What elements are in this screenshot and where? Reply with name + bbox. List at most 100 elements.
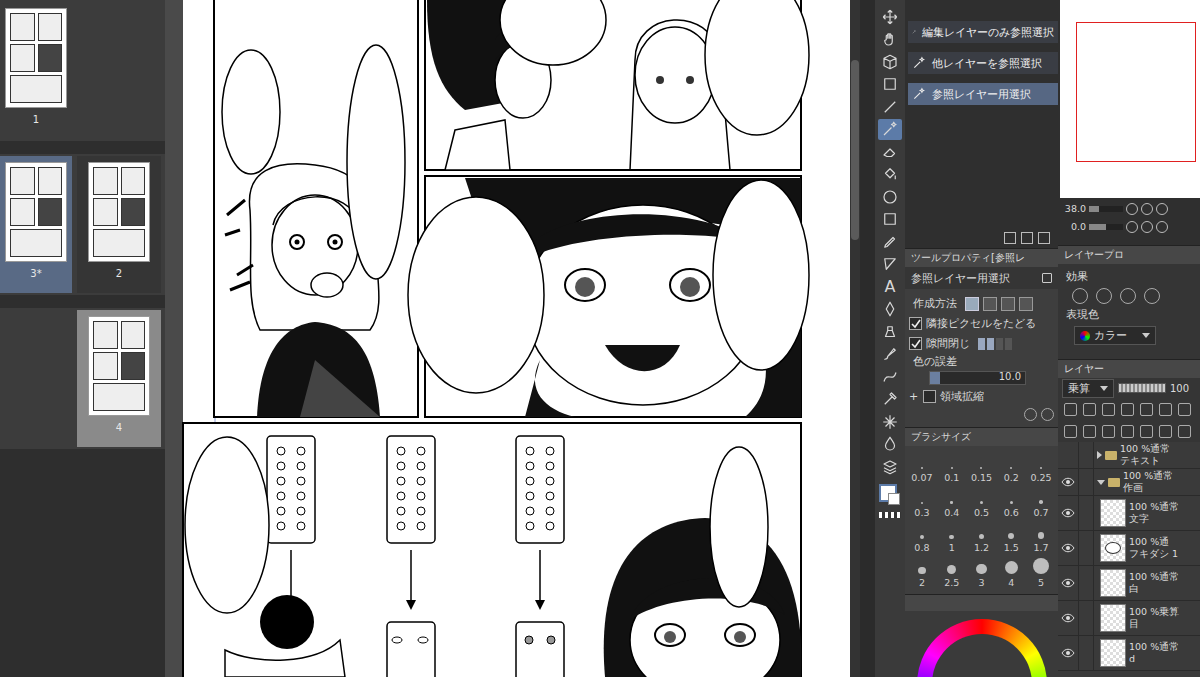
layer-tool-button[interactable]	[1159, 403, 1172, 416]
checkbox[interactable]	[923, 390, 936, 403]
settings-icon[interactable]	[1041, 408, 1054, 421]
brush-size-preset[interactable]: 0.5	[967, 485, 997, 520]
brush-size-preset[interactable]: 0.6	[996, 485, 1026, 520]
color-wheel[interactable]	[905, 611, 1058, 677]
visibility-toggle[interactable]	[1058, 469, 1079, 495]
reset-icon[interactable]	[1024, 408, 1037, 421]
method-button[interactable]	[1001, 297, 1015, 311]
brush-size-preset[interactable]: 3	[967, 555, 997, 590]
method-button[interactable]	[983, 297, 997, 311]
color-swatches[interactable]	[878, 483, 902, 507]
brush-size-preset[interactable]: 0.1	[937, 450, 967, 485]
navigator-preview[interactable]	[1060, 0, 1200, 198]
page-thumbnail[interactable]: 4	[77, 310, 161, 447]
tolerance-slider[interactable]: 10.0	[929, 371, 1026, 385]
brush-size-preset[interactable]: 1.5	[996, 520, 1026, 555]
brush-size-preset[interactable]: 1	[937, 520, 967, 555]
brush-size-preset[interactable]: 2	[907, 555, 937, 590]
layer-tool-button[interactable]	[1159, 425, 1172, 438]
canvas[interactable]	[165, 0, 850, 677]
layer-tool-button[interactable]	[1064, 403, 1077, 416]
visibility-toggle[interactable]	[1058, 496, 1079, 530]
visibility-toggle[interactable]	[1058, 636, 1079, 670]
new-icon[interactable]	[1021, 232, 1033, 244]
page-thumbnail[interactable]: 1	[0, 2, 72, 139]
page-thumbnail[interactable]: 3*	[0, 156, 72, 293]
sub-tool-item[interactable]: 参照レイヤー用選択	[908, 83, 1058, 105]
effect-button[interactable]	[1120, 288, 1136, 304]
layer-tool-button[interactable]	[1178, 403, 1191, 416]
sub-color-swatch[interactable]	[888, 493, 900, 505]
trash-icon[interactable]	[1038, 232, 1050, 244]
effect-button[interactable]	[1096, 288, 1112, 304]
layer-row[interactable]: 100 %通常白	[1058, 566, 1200, 601]
tool-button[interactable]	[878, 344, 902, 366]
visibility-toggle[interactable]	[1058, 566, 1079, 600]
lock-icon[interactable]	[1042, 273, 1052, 283]
tool-button[interactable]: A	[878, 276, 902, 298]
rotate-right-icon[interactable]	[1141, 221, 1153, 233]
layer-row[interactable]: 100 %乗算目	[1058, 601, 1200, 636]
layer-tool-button[interactable]	[1121, 403, 1134, 416]
brush-size-preset[interactable]: 0.3	[907, 485, 937, 520]
tool-button[interactable]	[878, 411, 902, 433]
tool-button[interactable]	[878, 231, 902, 253]
expand-arrow-icon[interactable]	[1097, 480, 1105, 485]
tool-button[interactable]	[878, 74, 902, 96]
layer-tool-button[interactable]	[1178, 425, 1191, 438]
layer-tool-button[interactable]	[1102, 425, 1115, 438]
tool-button[interactable]	[878, 321, 902, 343]
tool-button[interactable]	[878, 96, 902, 118]
tool-button[interactable]	[878, 29, 902, 51]
layer-tool-button[interactable]	[1121, 425, 1134, 438]
brush-size-preset[interactable]: 1.7	[1026, 520, 1056, 555]
layer-folder[interactable]: 100 %通常テキスト	[1058, 442, 1200, 469]
layer-tool-button[interactable]	[1140, 403, 1153, 416]
zoom-slider[interactable]	[1089, 206, 1123, 212]
canvas-scrollbar[interactable]	[850, 0, 860, 677]
brush-size-preset[interactable]: 0.25	[1026, 450, 1056, 485]
visibility-toggle[interactable]	[1058, 531, 1079, 565]
visibility-toggle[interactable]	[1058, 442, 1079, 468]
tool-button[interactable]	[878, 51, 902, 73]
tool-button[interactable]	[878, 456, 902, 478]
visibility-toggle[interactable]	[1058, 601, 1079, 635]
layer-row[interactable]: 100 %通常d	[1058, 636, 1200, 671]
brush-size-preset[interactable]: 0.2	[996, 450, 1026, 485]
expression-color-dropdown[interactable]: カラー	[1074, 326, 1156, 345]
effect-button[interactable]	[1072, 288, 1088, 304]
brush-size-preset[interactable]: 2.5	[937, 555, 967, 590]
brush-size-preset[interactable]: 0.15	[967, 450, 997, 485]
tool-button[interactable]	[878, 389, 902, 411]
transparent-color-icon[interactable]	[879, 512, 901, 518]
brush-size-preset[interactable]: 0.4	[937, 485, 967, 520]
tool-button[interactable]	[878, 119, 902, 141]
layer-tool-button[interactable]	[1102, 403, 1115, 416]
layer-tool-button[interactable]	[1140, 425, 1153, 438]
expand-arrow-icon[interactable]	[1097, 451, 1102, 459]
method-button[interactable]	[1019, 297, 1033, 311]
fit-icon[interactable]	[1156, 203, 1168, 215]
sub-tool-item[interactable]: 編集レイヤーのみ参照選択	[908, 21, 1058, 43]
tool-button[interactable]	[878, 141, 902, 163]
tool-button[interactable]	[878, 6, 902, 28]
tool-button[interactable]	[878, 366, 902, 388]
angle-slider[interactable]	[1089, 224, 1123, 230]
layer-folder[interactable]: 100 %通常作画	[1058, 469, 1200, 496]
checkbox[interactable]	[909, 317, 922, 330]
view-frame[interactable]	[1076, 22, 1196, 162]
tool-button[interactable]	[878, 254, 902, 276]
scroll-thumb[interactable]	[851, 60, 859, 240]
brush-size-preset[interactable]: 0.8	[907, 520, 937, 555]
copy-icon[interactable]	[1004, 232, 1016, 244]
brush-size-preset[interactable]: 0.07	[907, 450, 937, 485]
flip-icon[interactable]	[1156, 221, 1168, 233]
layer-tool-button[interactable]	[1083, 425, 1096, 438]
brush-size-preset[interactable]: 4	[996, 555, 1026, 590]
rotate-left-icon[interactable]	[1126, 221, 1138, 233]
tool-button[interactable]	[878, 209, 902, 231]
brush-size-preset[interactable]: 1.2	[967, 520, 997, 555]
layer-row[interactable]: 100 %通常文字	[1058, 496, 1200, 531]
sub-tool-item[interactable]: 他レイヤーを参照選択	[908, 52, 1058, 74]
method-button[interactable]	[965, 297, 979, 311]
